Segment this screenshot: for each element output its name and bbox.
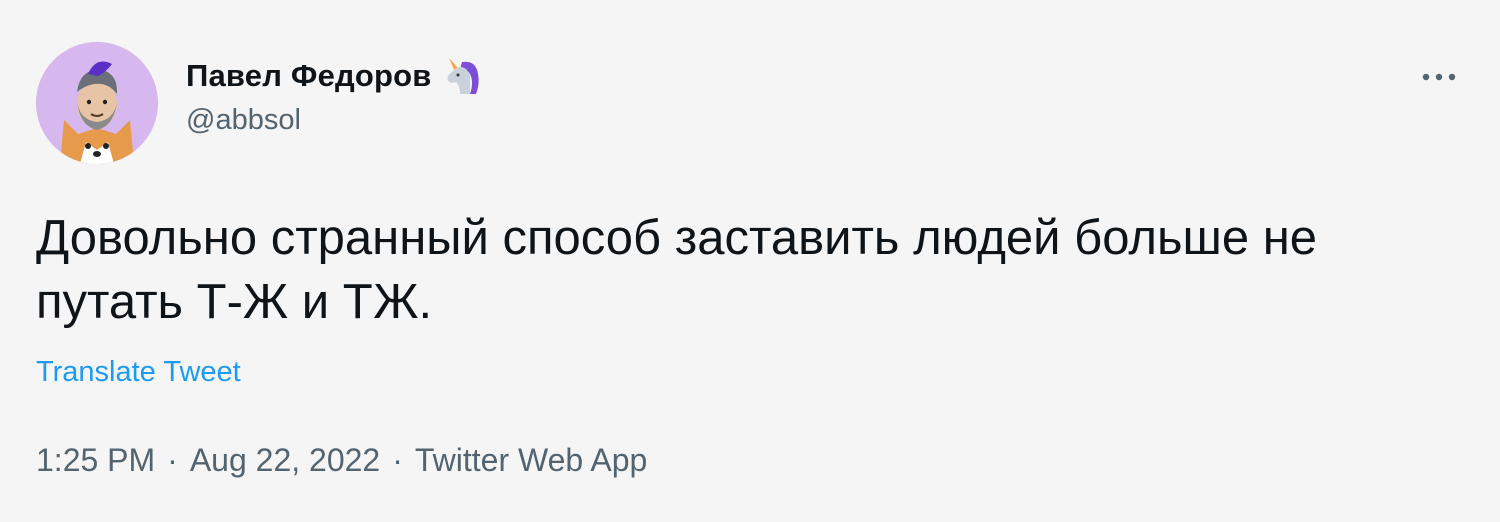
tweet-source[interactable]: Twitter Web App [415,442,647,479]
meta-separator: · [392,442,403,478]
meta-separator: · [167,442,178,478]
avatar-illustration [36,42,158,164]
tweet-card: Павел Федоров @abbsol Довольно странный … [0,0,1500,522]
author-name-row: Павел Федоров [186,54,484,98]
avatar[interactable] [36,42,158,164]
tweet-metadata: 1:25 PM · Aug 22, 2022 · Twitter Web App [36,442,647,479]
translate-tweet-link[interactable]: Translate Tweet [36,356,241,389]
more-options-button[interactable] [1414,62,1464,92]
tweet-text: Довольно странный способ заставить людей… [36,211,1318,329]
author-display-name[interactable]: Павел Федоров [186,58,432,94]
more-options-icon [1422,73,1456,81]
tweet-time[interactable]: 1:25 PM [36,442,155,479]
author-block: Павел Федоров @abbsol [186,54,484,137]
tweet-date[interactable]: Aug 22, 2022 [190,442,380,479]
author-handle[interactable]: @abbsol [186,104,484,137]
unicorn-icon [440,54,484,98]
